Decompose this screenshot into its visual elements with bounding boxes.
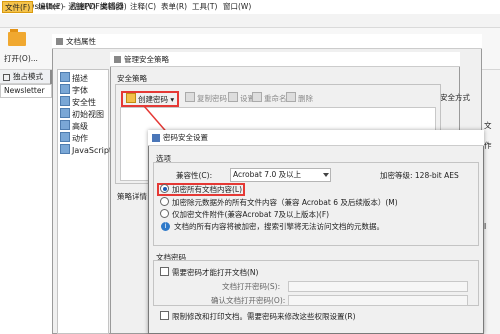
menu-form[interactable]: 表单(R) [159,1,189,13]
compatibility-label: 兼容性(C): [176,171,213,180]
menu-view[interactable]: 视图(V) [68,1,98,13]
dialog-title-bar [52,34,482,49]
menu-file[interactable]: 文件(F) [2,1,34,13]
tree-item-security[interactable]: 安全性 [60,96,96,108]
encryption-level: 加密等级: 128-bit AES [380,171,459,180]
copy-icon [185,92,195,102]
menu-window[interactable]: 窗口(W) [221,1,253,13]
radio-encrypt-all[interactable]: 加密所有文档内容(L) [160,184,242,195]
require-open-password-checkbox[interactable]: 需要密码才能打开文档(N) [160,267,258,278]
dialog-title: 文档属性 [66,37,96,46]
menu-document[interactable]: 文档(D) [98,1,129,13]
radio-icon[interactable] [160,184,169,193]
font-icon [60,84,70,94]
menu-bar [0,14,500,28]
restrict-permissions-checkbox[interactable]: 限制修改和打印文档。需要密码来修改这些权限设置(R) [160,311,356,322]
open-password-label: 文档打开密码(S): [222,282,281,291]
delete-button[interactable]: 删除 [286,92,313,106]
exclusive-mode-button[interactable]: 独占模式 [13,71,43,83]
dialog-icon [114,56,121,63]
policy-details-label: 策略详情 [117,192,147,201]
menu-edit[interactable]: 编辑(E) [36,1,66,13]
chevron-down-icon[interactable] [323,173,329,177]
right-strip-text: 作 [484,141,492,150]
javascript-icon [60,144,70,154]
dialog-title: 管理安全策略 [124,55,169,64]
rename-button[interactable]: 重命名 [252,92,287,106]
document-page-area [0,98,52,334]
settings-icon [228,92,238,102]
rename-icon [252,92,262,102]
dialog-title: 密码安全设置 [163,133,208,142]
tree-item-initial-view[interactable]: 初始视图 [60,108,104,120]
delete-icon [286,92,296,102]
open-password-field[interactable] [288,281,468,292]
right-strip-text: I [484,222,487,231]
dialog-icon [56,38,63,45]
checkbox-icon[interactable] [160,267,169,276]
menu-comment[interactable]: 注释(C) [128,1,158,13]
settings-button[interactable]: 设置 [228,92,255,106]
action-icon [60,132,70,142]
tree-item-fonts[interactable]: 字体 [60,84,88,96]
confirm-password-field[interactable] [288,295,468,306]
radio-encrypt-except-metadata[interactable]: 加密除元数据外的所有文件内容（兼容 Acrobat 6 及后续版本）(M) [160,197,398,208]
tree-item-actions[interactable]: 动作 [60,132,88,144]
policy-group-label: 安全策略 [117,74,147,83]
info-text: 文档的所有内容将被加密，搜索引擎将无法访问文档的元数据。 [174,222,384,231]
right-strip-text: 文 [484,121,492,130]
security-method-label: 安全方式 [440,93,470,102]
open-button-label[interactable]: 打开(O)... [4,53,38,64]
document-tab-label: Newsletter [4,86,45,95]
exclusive-mode-icon[interactable] [3,74,10,81]
advanced-icon [60,120,70,130]
shield-icon [60,96,70,106]
confirm-password-label: 确认文档打开密码(O): [211,296,286,305]
copy-password-button[interactable]: 复制密码 [185,92,227,106]
checkbox-icon[interactable] [160,311,169,320]
tree-item-advanced[interactable]: 高级 [60,120,88,132]
description-icon [60,72,70,82]
radio-icon[interactable] [160,197,169,206]
lock-icon [152,134,160,142]
menu-tools[interactable]: 工具(T) [190,1,219,13]
create-icon [126,93,136,103]
radio-encrypt-attachments[interactable]: 仅加密文件附件(兼容Acrobat 7及以上版本)(F) [160,209,329,220]
tree-item-javascript[interactable]: JavaScript [60,144,112,155]
compatibility-value: Acrobat 7.0 及以上 [233,170,302,179]
info-icon: i [161,222,170,231]
radio-icon[interactable] [160,209,169,218]
folder-open-icon[interactable] [8,29,26,46]
view-icon [60,108,70,118]
tree-item-description[interactable]: 描述 [60,72,88,84]
